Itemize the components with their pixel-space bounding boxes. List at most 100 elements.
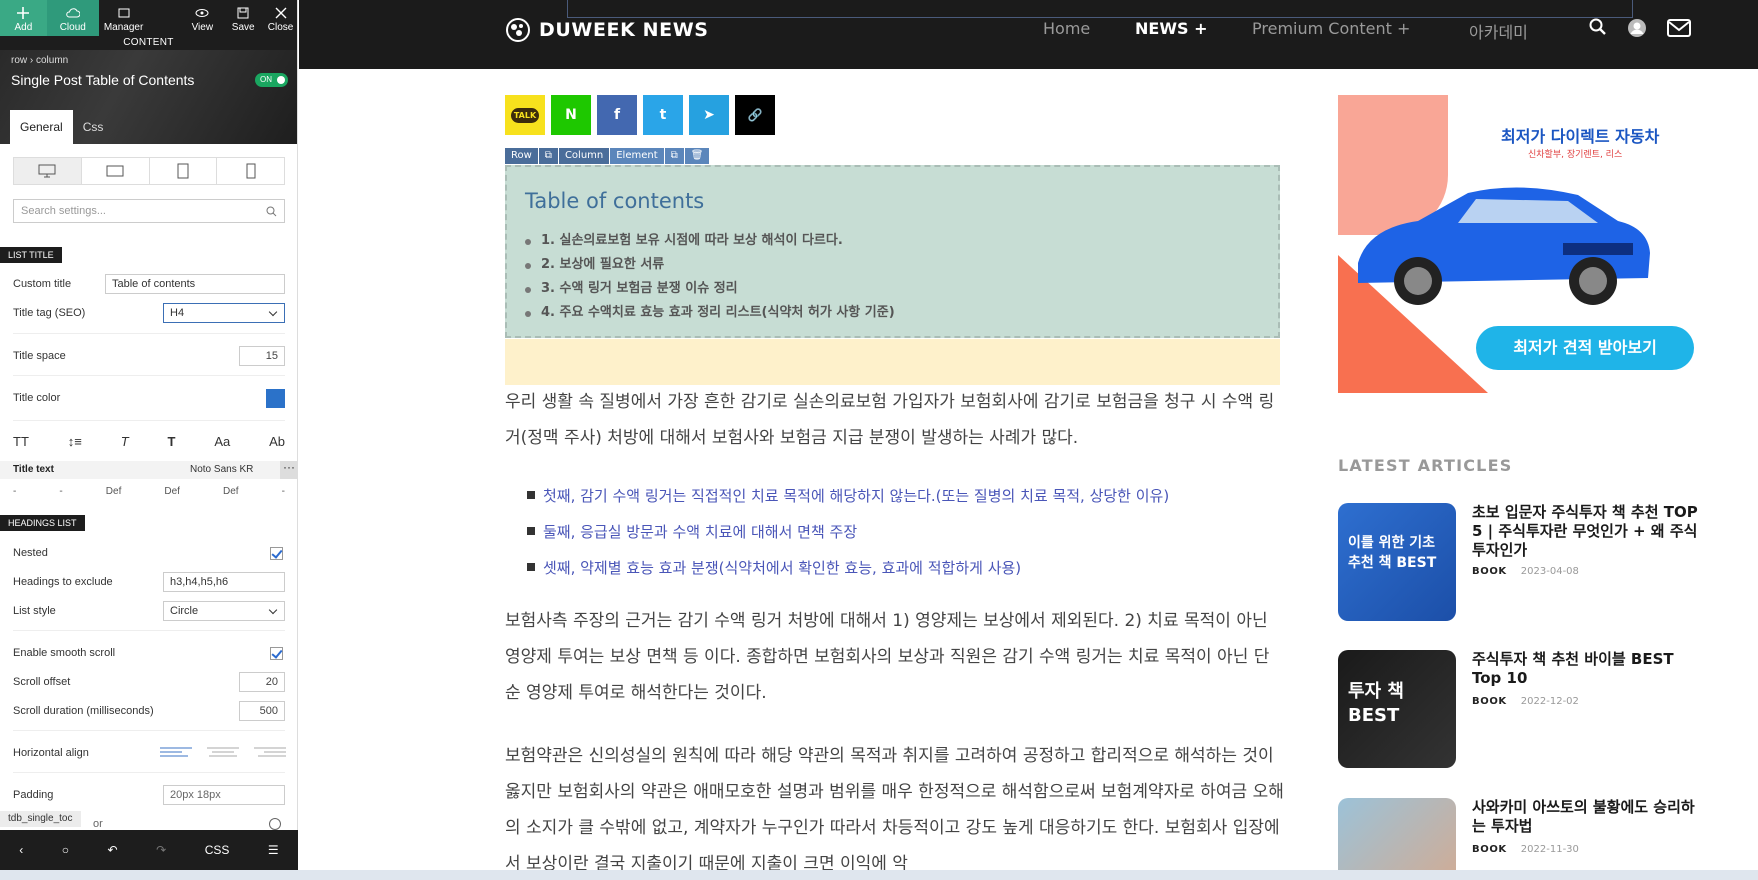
element-delete-icon[interactable]: 🗑 <box>684 148 710 164</box>
title-color-swatch[interactable] <box>266 389 285 408</box>
article-thumbnail[interactable]: 투자 책 BEST <box>1338 650 1456 768</box>
article-thumbnail[interactable] <box>1338 798 1456 870</box>
undo-icon[interactable]: ↶ <box>108 843 118 857</box>
cloud-button[interactable]: Cloud <box>46 0 99 36</box>
globe-icon[interactable] <box>269 818 281 830</box>
nav-icons <box>1589 18 1691 38</box>
twitter-share-button[interactable]: t <box>643 95 683 135</box>
toc-item[interactable]: 2. 보상에 필요한 서류 <box>525 253 895 277</box>
def-select[interactable]: Def <box>164 486 180 497</box>
smooth-scroll-checkbox[interactable] <box>270 647 283 660</box>
letter-spacing-icon[interactable]: Ab <box>269 434 285 454</box>
more-options-icon[interactable]: ··· <box>280 461 298 479</box>
breadcrumb[interactable]: row › column <box>11 55 68 66</box>
article-thumbnail[interactable]: 이를 위한 기초 추천 책 BEST <box>1338 503 1456 621</box>
car-ad-banner[interactable]: 최저가 다이렉트 자동차 신차할부, 장기렌트, 리스 최저가 견적 받아보기 <box>1338 95 1695 393</box>
scroll-duration-input[interactable]: 500 <box>239 701 285 721</box>
user-icon[interactable] <box>1627 18 1647 38</box>
article-category[interactable]: BOOK <box>1472 844 1507 855</box>
manager-button[interactable]: Manager <box>99 0 149 36</box>
article-title[interactable]: 사와카미 아쓰토의 불황에도 승리하는 투자법 <box>1472 798 1698 836</box>
toc-list: 1. 실손의료보험 보유 시점에 따라 보상 해석이 다르다. 2. 보상에 필… <box>525 229 895 325</box>
row-copy-icon[interactable]: ⧉ <box>538 148 558 164</box>
site-logo[interactable]: DUWEEK NEWS <box>505 17 709 43</box>
redo-icon[interactable]: ↷ <box>156 843 166 857</box>
scroll-offset-input[interactable]: 20 <box>239 672 285 692</box>
nested-label: Nested <box>13 547 48 559</box>
def-value[interactable]: - <box>282 486 285 497</box>
toc-item[interactable]: 4. 주요 수액치료 효능 효과 정리 리스트(식약처 허가 사항 기준) <box>525 301 895 325</box>
ad-quote-button[interactable]: 최저가 견적 받아보기 <box>1476 326 1694 370</box>
shortcode-label: tdb_single_toc <box>0 811 81 827</box>
article-bullet: 첫째, 감기 수액 링거는 직접적인 치료 목적에 해당하지 않는다.(또는 질… <box>527 484 1169 508</box>
toc-item[interactable]: 3. 수액 링거 보험금 분쟁 이슈 정리 <box>525 277 895 301</box>
back-icon[interactable]: ‹ <box>19 843 23 857</box>
plus-icon <box>17 7 30 19</box>
def-select[interactable]: Def <box>106 486 122 497</box>
italic-icon[interactable]: T <box>121 434 129 454</box>
mail-icon[interactable] <box>1667 18 1691 38</box>
bold-icon[interactable]: T <box>168 434 176 454</box>
settings-search-input[interactable]: Search settings... <box>13 199 285 223</box>
align-center-icon[interactable] <box>207 746 239 758</box>
naver-share-button[interactable]: N <box>551 95 591 135</box>
title-color-row: Title color <box>13 387 285 409</box>
article-title[interactable]: 주식투자 책 추천 바이블 BEST Top 10 <box>1472 650 1698 688</box>
column-tag[interactable]: Column <box>558 148 610 164</box>
font-family-select[interactable]: Noto Sans KR <box>190 464 253 475</box>
layers-icon[interactable]: ☰ <box>268 843 279 857</box>
def-select[interactable]: Def <box>223 486 239 497</box>
nav-news[interactable]: NEWS + <box>1135 19 1207 38</box>
latest-article[interactable]: 투자 책 BEST 주식투자 책 추천 바이블 BEST Top 10 BOOK… <box>1338 650 1698 768</box>
title-space-input[interactable]: 15 <box>239 346 285 366</box>
twitter-icon: t <box>659 107 667 123</box>
tablet-portrait-button[interactable] <box>150 158 218 184</box>
article-category[interactable]: BOOK <box>1472 696 1507 707</box>
align-left-icon[interactable] <box>160 746 192 758</box>
headings-exclude-input[interactable]: h3,h4,h5,h6 <box>163 572 285 592</box>
view-button[interactable]: View <box>182 0 222 36</box>
smooth-scroll-row: Enable smooth scroll <box>13 642 285 664</box>
headings-exclude-label: Headings to exclude <box>13 576 113 588</box>
title-tag-select[interactable]: H4 <box>163 303 285 323</box>
def-value[interactable]: - <box>59 486 62 497</box>
align-right-icon[interactable] <box>254 746 286 758</box>
nested-checkbox[interactable] <box>270 547 283 560</box>
desktop-device-button[interactable] <box>14 158 82 184</box>
tablet-landscape-button[interactable] <box>82 158 150 184</box>
padding-input[interactable]: 20px 18px <box>163 785 285 805</box>
def-value[interactable]: - <box>13 486 16 497</box>
custom-title-input[interactable]: Table of contents <box>105 274 285 294</box>
kakaotalk-share-button[interactable]: TALK <box>505 95 545 135</box>
font-size-icon[interactable]: TT <box>13 434 29 454</box>
add-button[interactable]: Add <box>0 0 47 36</box>
list-style-select[interactable]: Circle <box>163 601 285 621</box>
article-title[interactable]: 초보 입문자 주식투자 책 추천 TOP 5 | 주식투자란 무엇인가 + 왜 … <box>1472 503 1698 560</box>
nav-home[interactable]: Home <box>1043 19 1090 38</box>
text-transform-icon[interactable]: Aa <box>214 434 230 454</box>
line-height-icon[interactable]: ↕≡ <box>68 434 82 454</box>
home-icon[interactable]: ○ <box>62 843 69 857</box>
nav-premium-content[interactable]: Premium Content + <box>1252 19 1410 38</box>
on-toggle[interactable]: ON <box>255 73 288 87</box>
tab-css[interactable]: Css <box>73 110 114 144</box>
copy-link-button[interactable]: 🔗 <box>735 95 775 135</box>
toc-item[interactable]: 1. 실손의료보험 보유 시점에 따라 보상 해석이 다르다. <box>525 229 895 253</box>
css-button[interactable]: CSS <box>205 843 230 857</box>
share-buttons: TALK N f t ➤ 🔗 <box>505 95 775 135</box>
element-tag[interactable]: Element <box>610 148 664 164</box>
element-copy-icon[interactable]: ⧉ <box>664 148 684 164</box>
tab-general[interactable]: General <box>10 110 73 144</box>
link-icon: 🔗 <box>747 108 763 122</box>
latest-article[interactable]: 이를 위한 기초 추천 책 BEST 초보 입문자 주식투자 책 추천 TOP … <box>1338 503 1698 621</box>
search-icon[interactable] <box>1589 18 1607 36</box>
facebook-share-button[interactable]: f <box>597 95 637 135</box>
row-tag[interactable]: Row <box>505 148 538 164</box>
nav-academy[interactable]: 아카데미 <box>1469 19 1528 43</box>
close-button[interactable]: Close <box>264 0 297 36</box>
phone-button[interactable] <box>217 158 284 184</box>
save-button[interactable]: Save <box>222 0 264 36</box>
telegram-share-button[interactable]: ➤ <box>689 95 729 135</box>
article-category[interactable]: BOOK <box>1472 566 1507 577</box>
latest-article[interactable]: 사와카미 아쓰토의 불황에도 승리하는 투자법 BOOK 2022-11-30 <box>1338 798 1698 870</box>
